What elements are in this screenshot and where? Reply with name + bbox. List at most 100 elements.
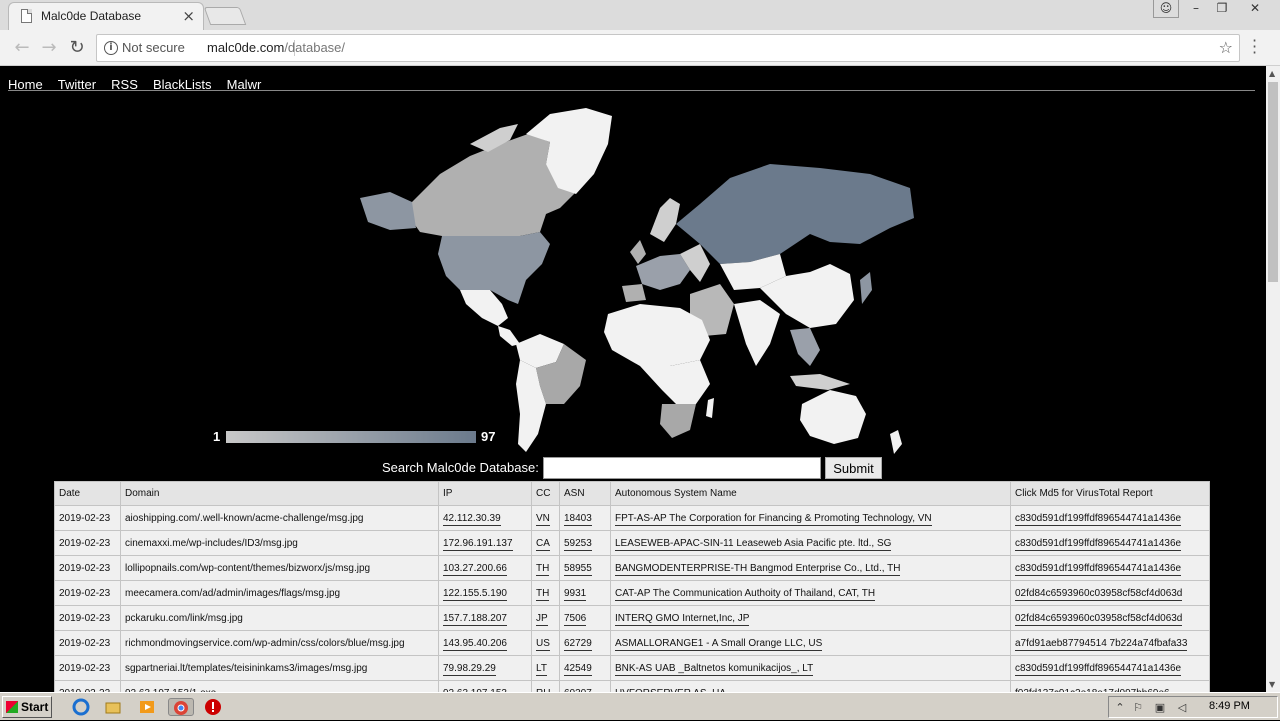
minimize-button[interactable]: – [1183,0,1209,18]
start-button[interactable]: Start [2,696,52,718]
cell-ip[interactable]: 143.95.40.206 [438,630,532,656]
cell-cc[interactable]: US [531,630,560,656]
show-hidden-icons-icon[interactable]: ⌃ [1113,701,1127,715]
cell-ip[interactable]: 42.112.30.39 [438,505,532,531]
as-name-text[interactable]: INTERQ GMO Internet,Inc, JP [615,612,750,626]
url-text[interactable]: malc0de.com/database/ [207,40,345,55]
cell-ip[interactable]: 103.27.200.66 [438,555,532,581]
cell-md5[interactable]: c830d591df199ffdf896544741a1436e [1010,555,1210,581]
asn-text[interactable]: 59253 [564,537,592,551]
cell-as-name[interactable]: HVFORSERVER AS, UA [610,680,1011,692]
browser-menu-icon[interactable]: · · · [1252,33,1257,61]
ip-text[interactable]: 157.7.188.207 [443,612,507,626]
cell-md5[interactable]: a7fd91aeb87794514 7b224a74fbafa33 [1010,630,1210,656]
cell-md5[interactable]: f02fd137c91c2e18e17d097bb69e6 [1010,680,1210,692]
md5-text[interactable]: 02fd84c6593960c03958cf58cf4d063d [1015,612,1183,626]
cc-text[interactable]: VN [536,512,550,526]
scrollbar-thumb[interactable] [1268,82,1278,282]
md5-text[interactable]: a7fd91aeb87794514 7b224a74fbafa33 [1015,637,1188,651]
md5-text[interactable]: c830d591df199ffdf896544741a1436e [1015,537,1182,551]
cell-md5[interactable]: c830d591df199ffdf896544741a1436e [1010,655,1210,681]
close-window-button[interactable]: ✕ [1235,0,1275,18]
flag-icon[interactable]: ⚐ [1131,701,1145,715]
cell-md5[interactable]: 02fd84c6593960c03958cf58cf4d063d [1010,605,1210,631]
browser-tab[interactable]: Malc0de Database × [8,2,204,30]
as-name-text[interactable]: FPT-AS-AP The Corporation for Financing … [615,512,932,526]
cell-cc[interactable]: LT [531,655,560,681]
submit-button[interactable]: Submit [825,457,882,479]
forward-arrow-icon[interactable]: → [38,37,60,59]
cell-md5[interactable]: c830d591df199ffdf896544741a1436e [1010,530,1210,556]
asn-text[interactable]: 7506 [564,612,587,626]
cell-asn[interactable]: 60307 [559,680,611,692]
explorer-icon[interactable] [104,698,122,716]
cell-asn[interactable]: 9931 [559,580,611,606]
user-icon[interactable]: ☺ [1153,0,1179,18]
cell-as-name[interactable]: LEASEWEB-APAC-SIN-11 Leaseweb Asia Pacif… [610,530,1011,556]
search-input[interactable] [543,457,821,479]
cell-ip[interactable]: 172.96.191.137 [438,530,532,556]
cell-cc[interactable]: TH [531,555,560,581]
as-name-text[interactable]: ASMALLORANGE1 - A Small Orange LLC, US [615,637,823,651]
scroll-down-icon[interactable]: ▼ [1269,680,1275,689]
cell-asn[interactable]: 62729 [559,630,611,656]
as-name-text[interactable]: BNK-AS UAB _Baltnetos komunikacijos_, LT [615,662,814,676]
cell-ip[interactable]: 79.98.29.29 [438,655,532,681]
as-name-text[interactable]: CAT-AP The Communication Authoity of Tha… [615,587,876,601]
scroll-up-icon[interactable]: ▲ [1269,69,1275,78]
cell-as-name[interactable]: INTERQ GMO Internet,Inc, JP [610,605,1011,631]
cc-text[interactable]: CA [536,537,550,551]
ie-icon[interactable] [72,698,90,716]
ip-text[interactable]: 143.95.40.206 [443,637,507,651]
restore-button[interactable]: ❐ [1209,0,1235,18]
cell-cc[interactable]: TH [531,580,560,606]
cell-as-name[interactable]: ASMALLORANGE1 - A Small Orange LLC, US [610,630,1011,656]
cell-cc[interactable]: CA [531,530,560,556]
antivirus-icon[interactable] [204,698,222,716]
network-icon[interactable]: ▣ [1153,701,1167,715]
cell-md5[interactable]: 02fd84c6593960c03958cf58cf4d063d [1010,580,1210,606]
clock[interactable]: 8:49 PM [1209,700,1250,712]
cc-text[interactable]: LT [536,662,547,676]
cc-text[interactable]: TH [536,562,550,576]
ip-text[interactable]: 172.96.191.137 [443,537,513,551]
cell-ip[interactable]: 122.155.5.190 [438,580,532,606]
bookmark-star-icon[interactable]: ☆ [1219,38,1233,57]
info-icon[interactable]: i [104,41,118,55]
page-scrollbar[interactable]: ▲ ▼ [1266,66,1280,692]
asn-text[interactable]: 58955 [564,562,592,576]
asn-text[interactable]: 18403 [564,512,592,526]
cell-ip[interactable]: 92.63.197.153 [438,680,532,692]
cell-asn[interactable]: 7506 [559,605,611,631]
as-name-text[interactable]: LEASEWEB-APAC-SIN-11 Leaseweb Asia Pacif… [615,537,892,551]
cell-md5[interactable]: c830d591df199ffdf896544741a1436e [1010,505,1210,531]
md5-text[interactable]: c830d591df199ffdf896544741a1436e [1015,562,1182,576]
cell-cc[interactable]: JP [531,605,560,631]
cell-ip[interactable]: 157.7.188.207 [438,605,532,631]
cell-asn[interactable]: 59253 [559,530,611,556]
close-tab-icon[interactable]: × [182,7,195,25]
cc-text[interactable]: US [536,637,550,651]
md5-text[interactable]: c830d591df199ffdf896544741a1436e [1015,662,1182,676]
ip-text[interactable]: 103.27.200.66 [443,562,507,576]
address-bar[interactable]: i Not secure malc0de.com/database/ ☆ [96,34,1240,62]
cell-as-name[interactable]: BANGMODENTERPRISE-TH Bangmod Enterprise … [610,555,1011,581]
md5-text[interactable]: c830d591df199ffdf896544741a1436e [1015,512,1182,526]
cell-as-name[interactable]: CAT-AP The Communication Authoity of Tha… [610,580,1011,606]
back-arrow-icon[interactable]: ← [11,37,33,59]
cell-cc[interactable]: RU [531,680,560,692]
reload-icon[interactable]: ↻ [66,37,88,59]
md5-text[interactable]: 02fd84c6593960c03958cf58cf4d063d [1015,587,1183,601]
media-player-icon[interactable] [138,698,156,716]
new-tab-button[interactable] [203,7,247,25]
cc-text[interactable]: TH [536,587,550,601]
chrome-icon[interactable] [168,698,194,716]
asn-text[interactable]: 62729 [564,637,592,651]
volume-icon[interactable]: ◁ [1175,701,1189,715]
cell-as-name[interactable]: FPT-AS-AP The Corporation for Financing … [610,505,1011,531]
asn-text[interactable]: 9931 [564,587,587,601]
ip-text[interactable]: 79.98.29.29 [443,662,496,676]
cc-text[interactable]: JP [536,612,548,626]
cell-as-name[interactable]: BNK-AS UAB _Baltnetos komunikacijos_, LT [610,655,1011,681]
cell-asn[interactable]: 18403 [559,505,611,531]
